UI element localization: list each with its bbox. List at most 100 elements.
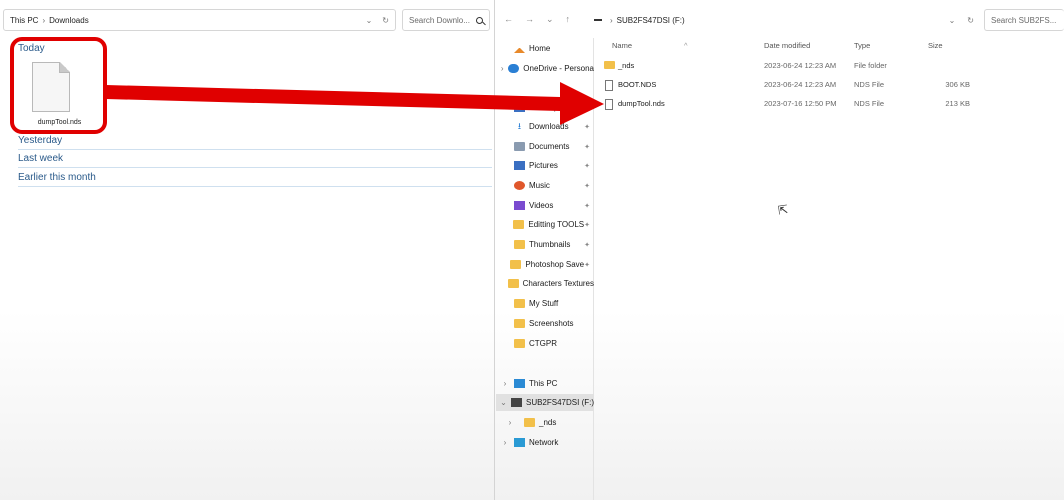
file-icon — [605, 99, 613, 110]
file-date: 2023-06-24 12:23 AM — [764, 61, 837, 70]
nav-item-label: Thumbnails — [529, 240, 571, 249]
nav-item-15[interactable]: › This PC — [496, 375, 594, 392]
chevron-right-icon[interactable]: › — [496, 64, 508, 73]
this-pc-icon — [514, 379, 525, 388]
pin-icon: ✦ — [584, 123, 590, 131]
pictures-icon — [514, 161, 525, 170]
navigation-pane: Home › OneDrive - Persona Desktop ⭳ Downloads… — [496, 38, 594, 500]
search-placeholder: Search Downlo... — [409, 15, 470, 25]
nav-item-2[interactable]: Desktop — [496, 99, 594, 116]
folder-icon — [507, 279, 519, 288]
nav-item-3[interactable]: ⭳ Downloads ✦ — [496, 118, 594, 135]
search-input[interactable]: Search Downlo... — [402, 9, 490, 31]
nav-item-label: SUB2FS47DSI (F:) — [525, 398, 594, 407]
desktop-icon — [514, 103, 525, 112]
file-row[interactable]: _nds 2023-06-24 12:23 AM File folder — [596, 57, 1064, 75]
chevron-down-icon[interactable]: ⌄ — [366, 16, 373, 25]
nav-item-label: Editting TOOLS — [528, 220, 585, 229]
back-icon[interactable]: ← — [504, 14, 513, 25]
file-icon — [605, 80, 613, 91]
folder-icon — [514, 299, 525, 308]
drive-icon — [510, 398, 522, 407]
forward-icon[interactable]: → — [525, 14, 534, 25]
nav-item-12[interactable]: My Stuff — [496, 295, 594, 312]
search-input[interactable]: Search SUB2FS... — [984, 9, 1064, 31]
nav-item-0[interactable]: Home — [496, 40, 594, 57]
nav-item-label: Pictures — [529, 161, 558, 170]
column-header-size[interactable]: Size — [928, 41, 943, 50]
file-row[interactable]: dumpTool.nds 2023-07-16 12:50 PM NDS File 2… — [596, 95, 1064, 113]
nav-item-7[interactable]: Videos ✦ — [496, 197, 594, 214]
nav-item-17[interactable]: › _nds — [496, 414, 594, 431]
folder-icon — [514, 319, 525, 328]
pin-icon: ✦ — [584, 221, 590, 229]
nav-item-6[interactable]: Music ✦ — [496, 177, 594, 194]
nav-item-18[interactable]: › Network — [496, 434, 594, 451]
folder-icon — [524, 418, 535, 427]
home-icon — [514, 44, 525, 53]
mouse-cursor-icon: ⇱ — [777, 202, 789, 218]
file-name: _nds — [618, 61, 635, 70]
nav-item-label: Network — [529, 438, 559, 447]
breadcrumb-drive[interactable]: SUB2FS47DSI (F:) — [617, 16, 685, 25]
documents-icon — [514, 142, 525, 151]
nav-item-label: Videos — [529, 201, 554, 210]
pin-icon: ✦ — [584, 261, 590, 269]
chevron-down-icon[interactable]: ⌄ — [496, 398, 511, 407]
videos-icon — [514, 201, 525, 210]
column-header-name[interactable]: Name — [612, 41, 632, 50]
chevron-right-icon[interactable]: › — [496, 438, 514, 447]
nav-item-label: Documents — [529, 142, 570, 151]
nav-item-label: Desktop — [529, 103, 559, 112]
music-icon — [514, 181, 525, 190]
breadcrumb-separator-icon: › — [42, 15, 46, 25]
nav-item-10[interactable]: Photoshop Save ✦ — [496, 256, 594, 273]
chevron-right-icon[interactable]: › — [496, 379, 514, 388]
nav-item-4[interactable]: Documents ✦ — [496, 138, 594, 155]
nav-item-1[interactable]: › OneDrive - Persona — [496, 60, 594, 77]
chevron-right-icon[interactable]: › — [496, 418, 524, 427]
nav-item-label: Downloads — [529, 122, 569, 131]
pin-icon: ✦ — [584, 162, 590, 170]
nav-item-label: Photoshop Save — [525, 260, 585, 269]
group-header-last-week[interactable]: Last week — [18, 153, 492, 168]
nav-item-5[interactable]: Pictures ✦ — [496, 157, 594, 174]
file-row[interactable]: BOOT.NDS 2023-06-24 12:23 AM NDS File 306 K… — [596, 76, 1064, 94]
downloads-window: This PC › Downloads ⌄ ↻ Search Downlo...… — [0, 0, 495, 500]
up-icon[interactable]: ↑ — [566, 14, 571, 25]
nav-item-label: My Stuff — [529, 299, 559, 308]
file-date: 2023-07-16 12:50 PM — [764, 99, 837, 108]
group-header-yesterday[interactable]: Yesterday — [18, 135, 492, 150]
nav-item-9[interactable]: Thumbnails ✦ — [496, 236, 594, 253]
column-header-date[interactable]: Date modified — [764, 41, 810, 50]
chevron-down-icon[interactable]: ⌄ — [949, 16, 956, 25]
address-bar[interactable]: › SUB2FS47DSI (F:) ⌄ ↻ — [590, 9, 978, 31]
nav-item-11[interactable]: Characters Textures — [496, 275, 594, 292]
folder-icon — [510, 260, 522, 269]
breadcrumb-this-pc[interactable]: This PC — [10, 16, 38, 25]
onedrive-icon — [508, 64, 520, 73]
nav-item-label: OneDrive - Persona — [523, 64, 594, 73]
column-header-type[interactable]: Type — [854, 41, 870, 50]
screen: This PC › Downloads ⌄ ↻ Search Downlo...… — [0, 0, 1064, 500]
nav-item-label: CTGPR — [529, 339, 557, 348]
folder-icon — [513, 220, 525, 229]
folder-icon — [514, 240, 525, 249]
nav-item-label: Music — [529, 181, 550, 190]
file-list: Name ^ Date modified Type Size _nds 2023-… — [596, 38, 1064, 500]
nav-item-16[interactable]: ⌄ SUB2FS47DSI (F:) — [496, 394, 594, 411]
breadcrumb-downloads[interactable]: Downloads — [49, 16, 89, 25]
refresh-icon[interactable]: ↻ — [967, 16, 974, 25]
refresh-icon[interactable]: ↻ — [382, 16, 389, 25]
nav-item-14[interactable]: CTGPR — [496, 335, 594, 352]
file-size: 213 KB — [945, 99, 970, 108]
nav-item-13[interactable]: Screenshots — [496, 315, 594, 332]
nav-item-8[interactable]: Editting TOOLS ✦ — [496, 216, 594, 233]
file-size: 306 KB — [945, 80, 970, 89]
recent-chevron-icon[interactable]: ⌄ — [546, 14, 554, 25]
file-name: dumpTool.nds — [618, 99, 665, 108]
address-bar[interactable]: This PC › Downloads ⌄ ↻ — [3, 9, 396, 31]
downloads-icon: ⭳ — [517, 121, 522, 131]
breadcrumb-separator-icon: › — [610, 15, 613, 25]
group-header-earlier-this-month[interactable]: Earlier this month — [18, 172, 492, 187]
